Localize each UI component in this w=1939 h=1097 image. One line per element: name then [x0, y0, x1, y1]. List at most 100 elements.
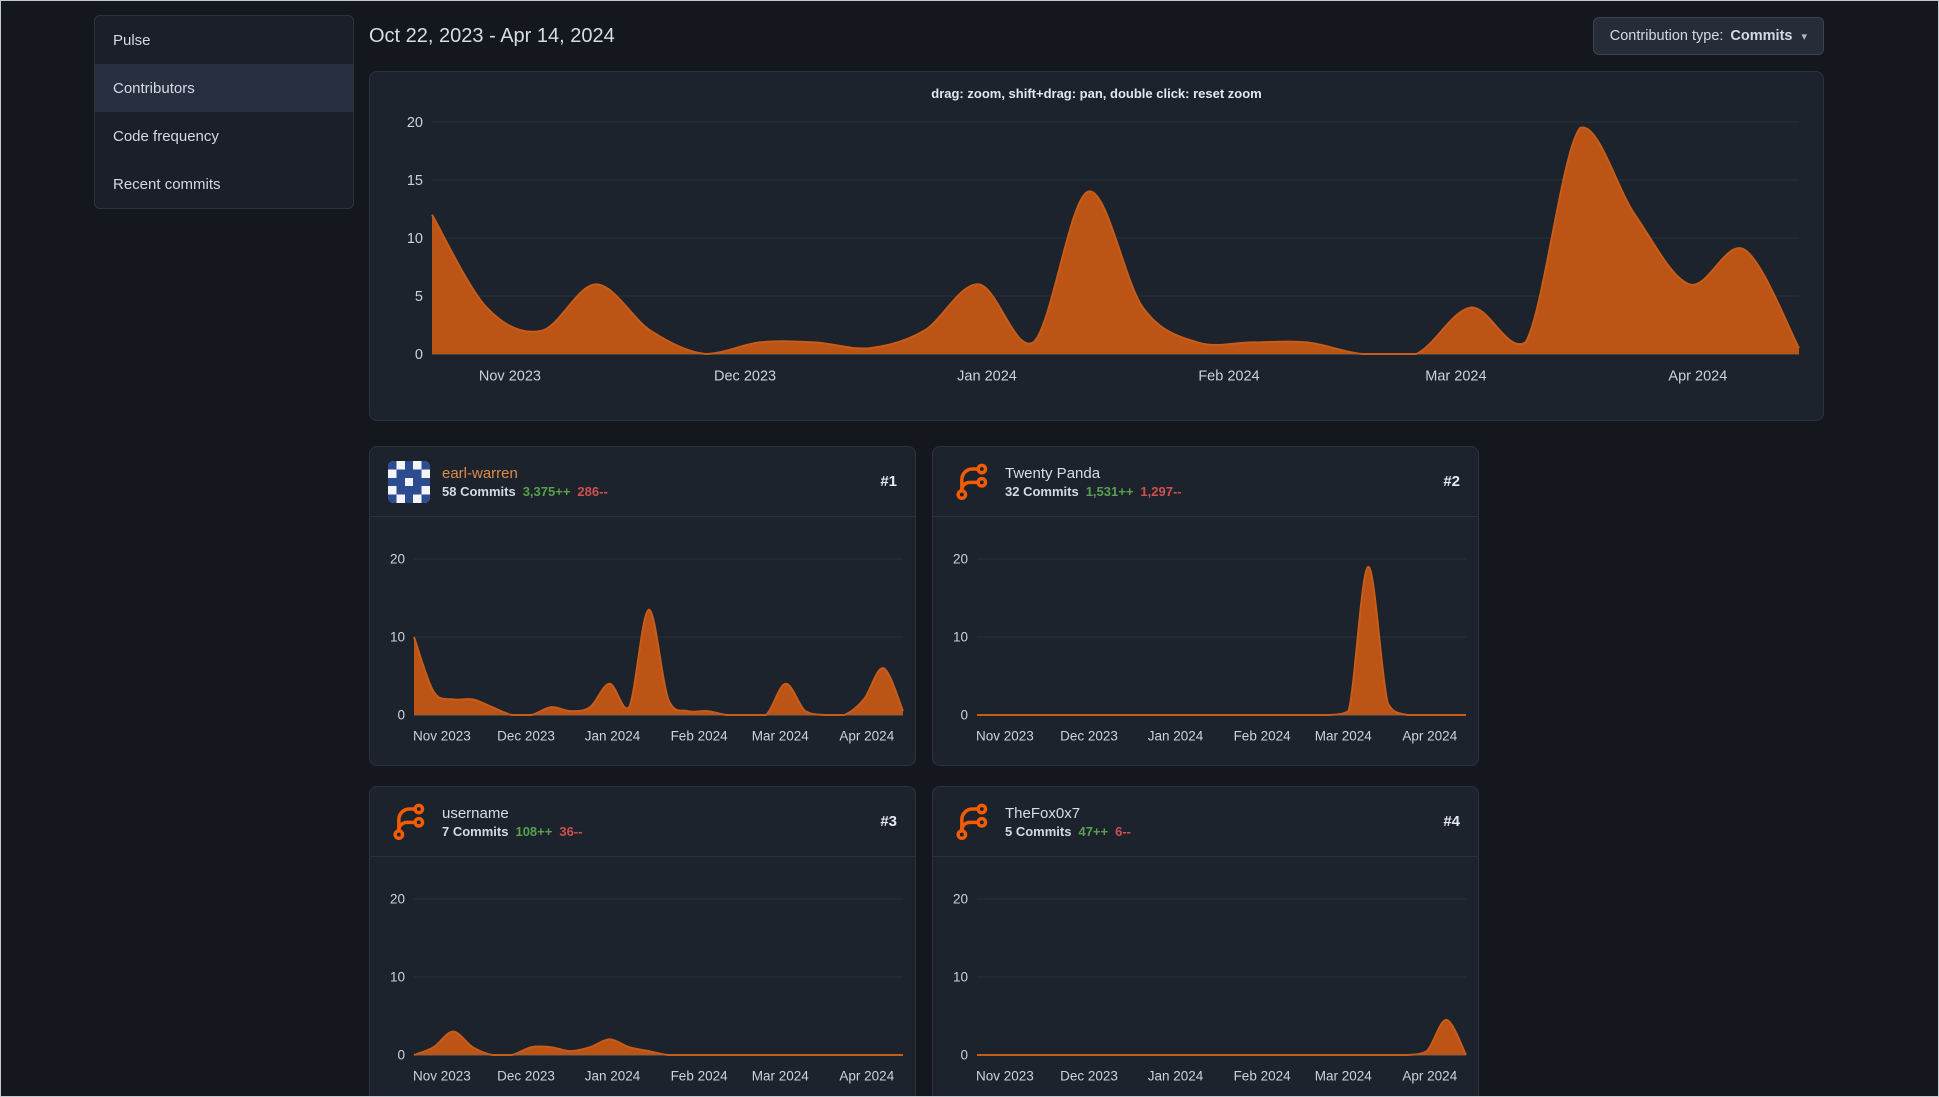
- svg-text:Nov 2023: Nov 2023: [479, 369, 541, 385]
- contributor-stats: 5 Commits 47++ 6--: [1005, 825, 1431, 838]
- svg-text:5: 5: [415, 289, 423, 305]
- svg-text:10: 10: [953, 970, 968, 985]
- additions-count: 108++: [515, 823, 553, 839]
- commit-count: 32 Commits: [1005, 483, 1079, 499]
- forgejo-logo-icon: [956, 803, 988, 840]
- activity-sidebar: Pulse Contributors Code frequency Recent…: [94, 15, 354, 209]
- main-chart-card: drag: zoom, shift+drag: pan, double clic…: [369, 71, 1824, 421]
- svg-text:Mar 2024: Mar 2024: [752, 729, 810, 744]
- date-range-title: Oct 22, 2023 - Apr 14, 2024: [369, 24, 615, 47]
- sidebar-item-code-frequency[interactable]: Code frequency: [95, 112, 353, 160]
- svg-text:Mar 2024: Mar 2024: [752, 1069, 810, 1084]
- svg-text:Nov 2023: Nov 2023: [413, 729, 471, 744]
- rank-badge: #3: [880, 813, 897, 830]
- svg-text:0: 0: [415, 347, 423, 363]
- svg-text:0: 0: [397, 1048, 405, 1063]
- contributor-info: username 7 Commits 108++ 36--: [442, 806, 868, 838]
- contributor-card: username 7 Commits 108++ 36-- #3 0 10 20 No…: [369, 786, 916, 1096]
- contributor-card: Twenty Panda 32 Commits 1,531++ 1,297-- …: [932, 446, 1479, 766]
- svg-text:Jan 2024: Jan 2024: [957, 369, 1017, 385]
- rank-badge: #4: [1443, 813, 1460, 830]
- contributor-chart[interactable]: 0 10 20 Nov 2023 Dec 2023 Jan 2024 Feb 2024 Mar…: [370, 863, 915, 1093]
- contributor-card: TheFox0x7 5 Commits 47++ 6-- #4 0 10 20 Nov…: [932, 786, 1479, 1096]
- contributor-name[interactable]: earl-warren: [442, 466, 868, 481]
- contributor-info: Twenty Panda 32 Commits 1,531++ 1,297--: [1005, 466, 1431, 498]
- svg-text:Dec 2023: Dec 2023: [497, 1069, 555, 1084]
- svg-text:Jan 2024: Jan 2024: [1148, 1069, 1204, 1084]
- deletions-count: 6--: [1115, 823, 1132, 839]
- svg-text:Apr 2024: Apr 2024: [839, 729, 894, 744]
- contribution-type-label: Contribution type:: [1609, 28, 1724, 44]
- rank-badge: #2: [1443, 473, 1460, 490]
- topbar: Oct 22, 2023 - Apr 14, 2024 Contribution…: [369, 15, 1824, 57]
- svg-text:20: 20: [390, 552, 405, 567]
- commit-count: 58 Commits: [442, 483, 516, 499]
- svg-text:Dec 2023: Dec 2023: [1060, 729, 1118, 744]
- contributor-name: username: [442, 804, 509, 822]
- svg-text:10: 10: [390, 970, 405, 985]
- additions-count: 1,531++: [1085, 483, 1134, 499]
- svg-text:Jan 2024: Jan 2024: [585, 1069, 641, 1084]
- contributor-header: TheFox0x7 5 Commits 47++ 6-- #4: [933, 787, 1478, 857]
- svg-text:Jan 2024: Jan 2024: [1148, 729, 1204, 744]
- svg-text:Feb 2024: Feb 2024: [671, 1069, 729, 1084]
- contributor-stats: 58 Commits 3,375++ 286--: [442, 485, 868, 498]
- svg-text:0: 0: [397, 708, 405, 723]
- contributor-header: Twenty Panda 32 Commits 1,531++ 1,297-- …: [933, 447, 1478, 517]
- forgejo-logo-icon: [956, 463, 988, 500]
- svg-text:Feb 2024: Feb 2024: [1198, 369, 1259, 385]
- commit-count: 7 Commits: [442, 823, 509, 839]
- svg-text:20: 20: [953, 552, 968, 567]
- svg-text:Apr 2024: Apr 2024: [839, 1069, 894, 1084]
- contributor-chart[interactable]: 0 10 20 Nov 2023 Dec 2023 Jan 2024 Feb 2024 Mar…: [370, 523, 915, 753]
- commit-count: 5 Commits: [1005, 823, 1072, 839]
- svg-text:Nov 2023: Nov 2023: [976, 1069, 1034, 1084]
- contributor-header: earl-warren 58 Commits 3,375++ 286-- #1: [370, 447, 915, 517]
- contributor-chart[interactable]: 0 10 20 Nov 2023 Dec 2023 Jan 2024 Feb 2024 Mar…: [933, 863, 1478, 1093]
- contributor-chart[interactable]: 0 10 20 Nov 2023 Dec 2023 Jan 2024 Feb 2024 Mar…: [933, 523, 1478, 753]
- svg-text:0: 0: [960, 708, 968, 723]
- contributors-grid: earl-warren 58 Commits 3,375++ 286-- #1 …: [369, 446, 1824, 1096]
- sidebar-item-pulse[interactable]: Pulse: [95, 16, 353, 64]
- avatar[interactable]: [951, 461, 993, 503]
- deletions-count: 286--: [577, 483, 608, 499]
- chevron-down-icon: ▾: [1801, 30, 1807, 43]
- contributors-page: Pulse Contributors Code frequency Recent…: [0, 0, 1939, 1097]
- contribution-type-dropdown[interactable]: Contribution type: Commits ▾: [1592, 17, 1824, 55]
- contributor-stats: 32 Commits 1,531++ 1,297--: [1005, 485, 1431, 498]
- avatar[interactable]: [388, 801, 430, 843]
- contributor-name: TheFox0x7: [1005, 804, 1081, 822]
- main-contributions-chart[interactable]: 0 5 10 15 20 Nov 2023 Dec 2023 Jan 2024 Feb 2024…: [370, 106, 1823, 406]
- deletions-count: 36--: [559, 823, 583, 839]
- svg-text:Feb 2024: Feb 2024: [1234, 1069, 1292, 1084]
- contributor-info: earl-warren 58 Commits 3,375++ 286--: [442, 466, 868, 498]
- svg-text:20: 20: [953, 892, 968, 907]
- zoom-hint-text: drag: zoom, shift+drag: pan, double clic…: [931, 86, 1262, 101]
- svg-text:10: 10: [390, 630, 405, 645]
- svg-text:Mar 2024: Mar 2024: [1425, 369, 1486, 385]
- contributor-card: earl-warren 58 Commits 3,375++ 286-- #1 …: [369, 446, 916, 766]
- svg-text:Mar 2024: Mar 2024: [1315, 729, 1373, 744]
- identicon-avatar: [388, 460, 430, 503]
- avatar[interactable]: [388, 460, 430, 503]
- sidebar-item-recent-commits[interactable]: Recent commits: [95, 160, 353, 208]
- svg-text:Dec 2023: Dec 2023: [1060, 1069, 1118, 1084]
- svg-text:Feb 2024: Feb 2024: [671, 729, 729, 744]
- svg-text:Dec 2023: Dec 2023: [714, 369, 776, 385]
- svg-text:Apr 2024: Apr 2024: [1402, 729, 1457, 744]
- contributor-info: TheFox0x7 5 Commits 47++ 6--: [1005, 806, 1431, 838]
- contributor-header: username 7 Commits 108++ 36-- #3: [370, 787, 915, 857]
- svg-text:Feb 2024: Feb 2024: [1234, 729, 1292, 744]
- sidebar-item-contributors[interactable]: Contributors: [95, 64, 353, 112]
- contributor-stats: 7 Commits 108++ 36--: [442, 825, 868, 838]
- contributor-name: Twenty Panda: [1005, 464, 1101, 482]
- svg-text:20: 20: [390, 892, 405, 907]
- svg-text:10: 10: [953, 630, 968, 645]
- avatar[interactable]: [951, 801, 993, 843]
- contribution-type-value: Commits: [1730, 28, 1793, 44]
- svg-text:15: 15: [407, 173, 423, 189]
- svg-text:Nov 2023: Nov 2023: [413, 1069, 471, 1084]
- main-content: Oct 22, 2023 - Apr 14, 2024 Contribution…: [369, 1, 1824, 1096]
- svg-text:10: 10: [407, 231, 423, 247]
- additions-count: 47++: [1078, 823, 1109, 839]
